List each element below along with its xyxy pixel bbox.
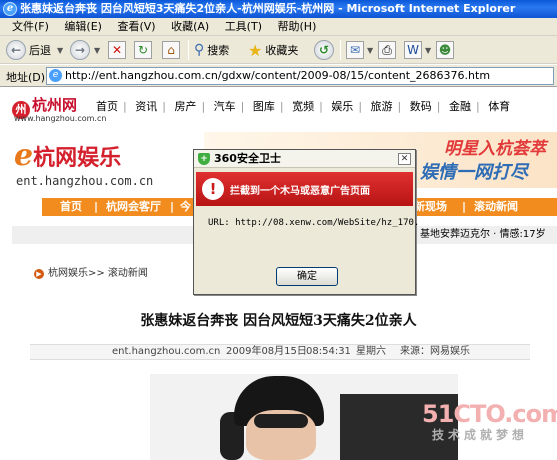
dialog-title: 360安全卫士 xyxy=(214,152,281,165)
favorites-label: 收藏夹 xyxy=(265,44,299,57)
nav-item[interactable]: 图库 xyxy=(253,98,275,114)
chevron-down-icon: ▼ xyxy=(425,45,432,55)
page-icon: e xyxy=(49,69,62,82)
ent-domain: ent.hangzhou.com.cn xyxy=(16,174,154,188)
section-nav-item[interactable]: 新现场 xyxy=(414,198,447,216)
nav-item[interactable]: 数码 xyxy=(410,98,432,114)
top-nav: 首页 | 资讯 | 房产 | 汽车 | 图库 | 宽频 | 娱乐 | 旅游 | 数码 | 金融 | … xyxy=(96,98,511,114)
section-nav-item[interactable]: 首页 xyxy=(60,198,82,216)
alert-heading: 拦截到一个木马或恶意广告页面 xyxy=(230,186,370,197)
section-nav-item[interactable]: 今 xyxy=(180,198,191,216)
meta-time: 08:54:31 xyxy=(306,346,351,357)
ent-logo[interactable]: e杭网娱乐 xyxy=(14,138,121,173)
watermark-logo: 51CTO.com 技术成就梦想 xyxy=(422,400,557,443)
mail-button[interactable]: ✉ ▼ xyxy=(346,39,373,61)
banner-line1: 明星入杭荟萃 xyxy=(444,139,546,159)
menu-bar: 文件(F) 编辑(E) 查看(V) 收藏(A) 工具(T) 帮助(H) xyxy=(0,18,557,36)
chevron-down-icon: ▼ xyxy=(367,45,374,55)
stop-button[interactable]: ✕ xyxy=(108,39,126,61)
menu-favorites[interactable]: 收藏(A) xyxy=(165,18,215,36)
address-url: http://ent.hangzhou.com.cn/gdxw/content/… xyxy=(65,69,491,82)
nav-item[interactable]: 金融 xyxy=(449,98,471,114)
alert-banner: ! 拦截到一个木马或恶意广告页面 xyxy=(196,172,413,206)
close-icon[interactable]: ✕ xyxy=(398,153,411,165)
printer-icon: ⎙ xyxy=(378,41,396,59)
people-icon: ☻ xyxy=(436,41,454,59)
meta-weekday: 星期六 xyxy=(356,346,386,357)
meta-date: 2009年08月15日 xyxy=(226,346,307,357)
edit-button[interactable]: W ▼ xyxy=(404,39,431,61)
menu-tools[interactable]: 工具(T) xyxy=(219,18,268,36)
watermark-line2: 技术成就梦想 xyxy=(432,428,529,442)
toolbar: ← 后退 ▼ → ▼ ✕ ↻ ⌂ ⚲ 搜索 ★ 收藏夹 ↺ ✉ ▼ ⎙ W ▼ … xyxy=(0,36,557,64)
breadcrumb: ▶ 杭网娱乐>> 滚动新闻 xyxy=(34,264,148,279)
ie-icon: e xyxy=(3,2,17,16)
address-input[interactable]: e http://ent.hangzhou.com.cn/gdxw/conten… xyxy=(46,67,554,85)
stop-icon: ✕ xyxy=(108,41,126,59)
home-button[interactable]: ⌂ xyxy=(162,39,180,61)
refresh-button[interactable]: ↻ xyxy=(134,39,152,61)
article-photo xyxy=(150,374,458,460)
shield-icon: + xyxy=(198,153,210,165)
refresh-icon: ↻ xyxy=(134,41,152,59)
chevron-down-icon: ▼ xyxy=(94,45,101,55)
menu-view[interactable]: 查看(V) xyxy=(111,18,161,36)
nav-item[interactable]: 房产 xyxy=(174,98,196,114)
history-button[interactable]: ↺ xyxy=(314,39,334,61)
section-nav-item[interactable]: 杭网会客厅 xyxy=(106,198,161,216)
ok-button[interactable]: 确定 xyxy=(276,267,338,286)
logo-url: www.hangzhou.com.cn xyxy=(14,114,107,123)
forward-button[interactable]: → ▼ xyxy=(70,39,100,61)
back-label: 后退 xyxy=(29,44,51,57)
edit-doc-icon: W xyxy=(404,41,422,59)
history-icon: ↺ xyxy=(314,40,334,60)
menu-help[interactable]: 帮助(H) xyxy=(272,18,323,36)
dialog-title-bar: + 360安全卫士 ✕ xyxy=(194,150,415,168)
article-meta: ent.hangzhou.com.cn 2009年08月15日 08:54:31… xyxy=(30,344,530,360)
messenger-button[interactable]: ☻ xyxy=(436,39,454,61)
search-icon: ⚲ xyxy=(194,42,205,58)
menu-file[interactable]: 文件(F) xyxy=(6,18,55,36)
banner-line2: 娱情一网打尽 xyxy=(420,162,528,183)
watermark-line1: 51CTO.com xyxy=(422,400,557,428)
arrow-right-icon: ▶ xyxy=(34,269,44,279)
address-bar: 地址(D) e http://ent.hangzhou.com.cn/gdxw/… xyxy=(0,65,557,87)
blocked-url: URL: http://08.xenw.com/WebSite/hz_170. xyxy=(208,218,420,228)
security-alert-dialog: + 360安全卫士 ✕ ! 拦截到一个木马或恶意广告页面 URL: http:/… xyxy=(193,149,420,295)
sub-info-text[interactable]: 基地安葬迈克尔 · 情感:17岁 xyxy=(420,226,546,244)
search-button[interactable]: ⚲ 搜索 xyxy=(194,39,229,61)
nav-item[interactable]: 资讯 xyxy=(135,98,157,114)
favorites-button[interactable]: ★ 收藏夹 xyxy=(248,39,298,61)
print-button[interactable]: ⎙ xyxy=(378,39,396,61)
back-arrow-icon: ← xyxy=(6,40,26,60)
article-headline: 张惠妹返台奔丧 因台风短短3天痛失2位亲人 xyxy=(140,313,417,329)
window-title-bar: e 张惠妹返台奔丧 因台风短短3天痛失2位亲人-杭州网娱乐-杭州网 - Micr… xyxy=(0,0,557,18)
forward-arrow-icon: → xyxy=(70,40,90,60)
back-button[interactable]: ← 后退 ▼ xyxy=(6,39,63,61)
chevron-down-icon: ▼ xyxy=(57,45,64,55)
nav-item[interactable]: 首页 xyxy=(96,98,118,114)
star-icon: ★ xyxy=(248,40,263,60)
meta-source: 来源：网易娱乐 xyxy=(400,346,470,357)
address-label: 地址(D) xyxy=(6,71,46,84)
section-nav-item[interactable]: 滚动新闻 xyxy=(474,198,518,216)
nav-item[interactable]: 体育 xyxy=(488,98,510,114)
menu-edit[interactable]: 编辑(E) xyxy=(58,18,108,36)
nav-item[interactable]: 汽车 xyxy=(214,98,236,114)
nav-item[interactable]: 旅游 xyxy=(371,98,393,114)
meta-site: ent.hangzhou.com.cn xyxy=(112,346,221,357)
window-title: 张惠妹返台奔丧 因台风短短3天痛失2位亲人-杭州网娱乐-杭州网 - Micros… xyxy=(20,2,516,15)
search-label: 搜索 xyxy=(207,44,230,57)
home-icon: ⌂ xyxy=(162,41,180,59)
nav-item[interactable]: 娱乐 xyxy=(331,98,353,114)
mail-icon: ✉ xyxy=(346,41,364,59)
warning-icon: ! xyxy=(202,178,224,200)
nav-item[interactable]: 宽频 xyxy=(292,98,314,114)
